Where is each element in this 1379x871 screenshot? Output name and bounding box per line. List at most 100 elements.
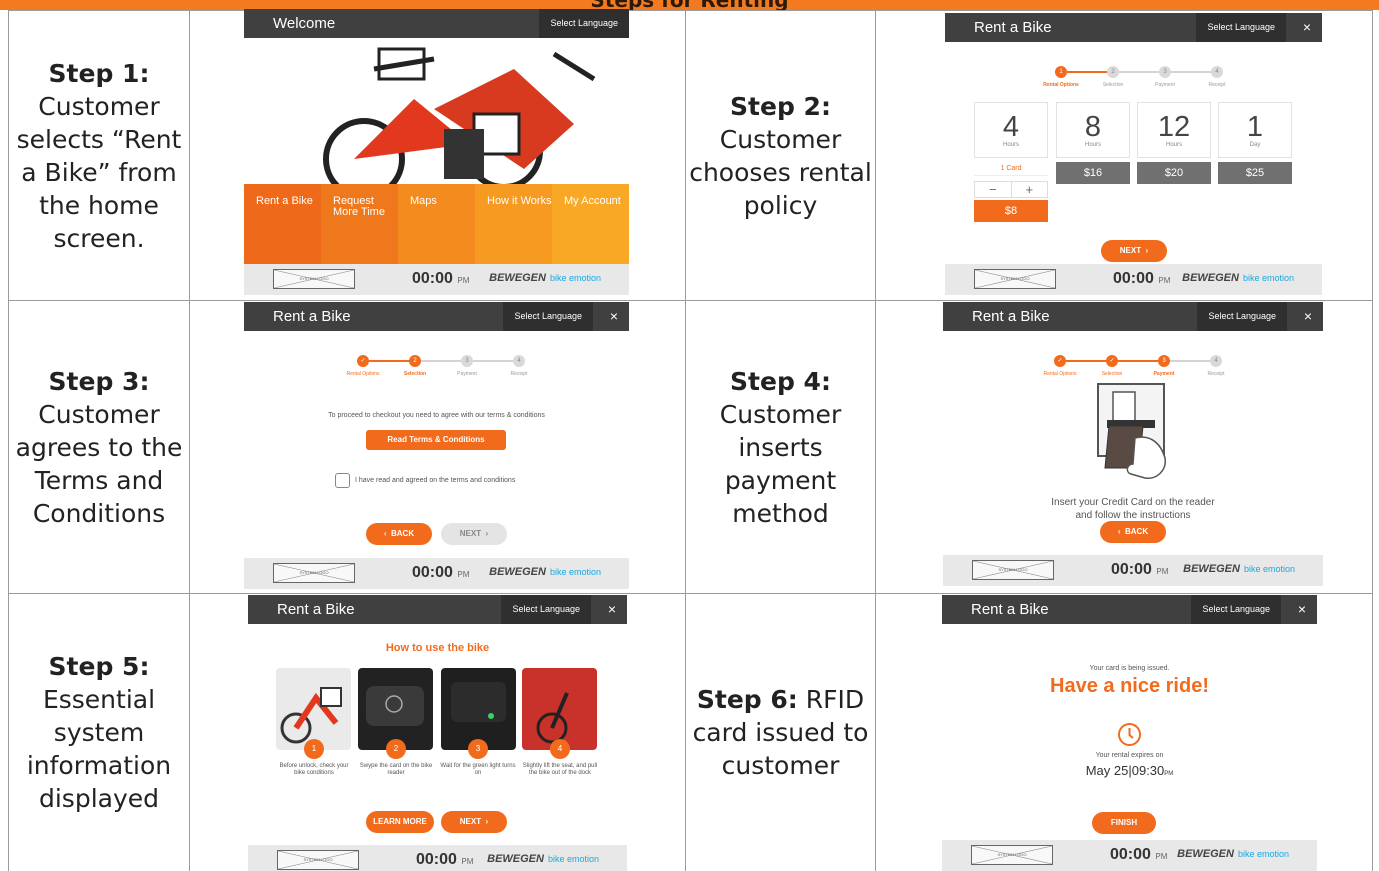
stepper-label-2: Selection xyxy=(403,371,427,377)
clock-time: 00:00 xyxy=(1111,561,1152,578)
screen-footer: SYSTEM LOGO 00:00 PM BEWEGEN bike emotion xyxy=(942,840,1317,871)
card-issued-text: Your card is being issued. xyxy=(1089,665,1170,672)
option-price[interactable]: $25 xyxy=(1218,162,1292,184)
tile-rent-a-bike[interactable]: Rent a Bike xyxy=(244,184,321,266)
select-language-button[interactable]: Select Language xyxy=(1196,13,1286,42)
brand-bewegen: BEWEGEN xyxy=(487,853,544,865)
minus-button[interactable]: − xyxy=(975,182,1011,197)
next-label: NEXT xyxy=(459,817,482,826)
payment-instruction: Insert your Credit Card on the reader an… xyxy=(943,496,1323,522)
clock-time: 00:00 xyxy=(416,851,457,868)
clock-time: 00:00 xyxy=(1110,846,1151,863)
option-card-8-hours[interactable]: 8 Hours xyxy=(1056,102,1130,158)
stepper-dot-2: 2 xyxy=(1107,66,1119,78)
next-label: NEXT xyxy=(459,529,482,538)
step-badge-1: 1 xyxy=(304,739,324,759)
brand-bewegen: BEWEGEN xyxy=(489,272,546,284)
select-language-button[interactable]: Select Language xyxy=(503,302,593,331)
step-caption-2: Swype the card on the bike reader xyxy=(359,763,433,776)
select-language-button[interactable]: Select Language xyxy=(1197,302,1287,331)
terms-screen: Rent a Bike Select Language × ✓ 2 3 4 Re… xyxy=(244,302,629,589)
option-card-12-hours[interactable]: 12 Hours xyxy=(1137,102,1211,158)
brand-bewegen: BEWEGEN xyxy=(1183,563,1240,575)
option-price[interactable]: $20 xyxy=(1137,162,1211,184)
step-1-title: Step 1: xyxy=(48,58,150,88)
expiry-date: May 25 xyxy=(1085,763,1129,778)
terms-instruction: To proceed to checkout you need to agree… xyxy=(328,412,545,419)
close-icon[interactable]: × xyxy=(599,302,629,331)
back-button[interactable]: ‹ BACK xyxy=(1100,521,1166,543)
select-language-button[interactable]: Select Language xyxy=(1191,595,1281,624)
stepper-label-1: Rental Options xyxy=(346,371,380,377)
system-logo-text: SYSTEM LOGO xyxy=(997,852,1027,857)
option-unit: Hours xyxy=(1002,142,1019,148)
clock: 00:00 PM xyxy=(416,851,473,869)
close-icon[interactable]: × xyxy=(1292,13,1322,42)
next-button[interactable]: NEXT › xyxy=(1101,240,1167,262)
terms-checkbox[interactable] xyxy=(335,472,350,488)
option-price-selected: $8 xyxy=(974,200,1048,222)
close-icon[interactable]: × xyxy=(1287,595,1317,624)
step-2-cell: Step 2: Customer chooses rental policy xyxy=(685,10,876,301)
tile-request-more-time[interactable]: Request More Time xyxy=(321,184,398,266)
card-qty-label: 1 Card xyxy=(974,162,1048,176)
back-button[interactable]: ‹ BACK xyxy=(366,523,432,545)
step-5-text: Essential system information displayed xyxy=(26,685,172,813)
confirmation-screen: Rent a Bike Select Language × Your card … xyxy=(942,595,1317,871)
learn-more-button[interactable]: LEARN MORE xyxy=(366,811,434,833)
read-terms-button[interactable]: Read Terms & Conditions xyxy=(366,430,506,450)
screen-header: Rent a Bike Select Language × xyxy=(942,595,1317,624)
tile-maps[interactable]: Maps xyxy=(398,184,475,266)
brand-logo: BEWEGEN bike emotion xyxy=(1182,272,1294,284)
plus-button[interactable]: + xyxy=(1010,182,1048,197)
bike-image xyxy=(284,39,604,200)
select-language-button[interactable]: Select Language xyxy=(501,595,591,624)
brand-bike-emotion: bike emotion xyxy=(1237,849,1289,859)
expiry-time: 09:30 xyxy=(1131,763,1165,778)
option-card-1-day[interactable]: 1 Day xyxy=(1218,102,1292,158)
close-icon[interactable]: × xyxy=(1293,302,1323,331)
next-button-disabled[interactable]: NEXT › xyxy=(441,523,507,545)
option-price[interactable]: $16 xyxy=(1056,162,1130,184)
how-to-use-screen: Rent a Bike Select Language × How to use… xyxy=(248,595,627,871)
brand-bike-emotion: bike emotion xyxy=(549,567,601,577)
step-image-4 xyxy=(522,668,597,750)
payment-instruction-line-2: and follow the instructions xyxy=(1075,510,1191,521)
clock-icon xyxy=(1117,722,1142,747)
option-number: 1 xyxy=(1246,111,1264,143)
title-banner: Steps for Renting xyxy=(0,0,1379,10)
close-icon[interactable]: × xyxy=(597,595,627,624)
stepper-dot-4: 4 xyxy=(1211,66,1223,78)
tile-how-it-works[interactable]: How it Works xyxy=(475,184,552,266)
step-3-text: Customer agrees to the Terms and Conditi… xyxy=(15,399,183,528)
stepper-label-1: Rental Options xyxy=(1043,371,1077,377)
terms-checkbox-row: I have read and agreed on the terms and … xyxy=(335,472,515,488)
system-logo-text: SYSTEM LOGO xyxy=(1000,276,1030,281)
step-1-screenshot: Welcome Select Language Rent a Bike Requ… xyxy=(189,9,686,301)
step-4-text: Customer inserts payment method xyxy=(719,399,842,528)
step-6-cell: Step 6: RFID card issued to customer xyxy=(685,593,876,871)
brand-logo: BEWEGEN bike emotion xyxy=(489,272,601,284)
select-language-button[interactable]: Select Language xyxy=(539,9,629,38)
step-4-title: Step 4: xyxy=(730,366,831,396)
option-card-4-hours[interactable]: 4 Hours xyxy=(974,102,1048,158)
quantity-stepper: − + xyxy=(974,181,1048,198)
finish-button[interactable]: FINISH xyxy=(1092,812,1156,834)
step-2-text: Customer chooses rental policy xyxy=(689,124,872,220)
system-logo-text: SYSTEM LOGO xyxy=(998,567,1028,572)
expiry-time-suffix: PM xyxy=(1164,771,1174,777)
step-3-screenshot: Rent a Bike Select Language × ✓ 2 3 4 Re… xyxy=(189,300,686,594)
clock-suffix: PM xyxy=(461,857,474,866)
back-label: BACK xyxy=(1125,527,1149,536)
brand-bewegen: BEWEGEN xyxy=(489,566,546,578)
tile-my-account[interactable]: My Account xyxy=(552,184,629,266)
back-label: BACK xyxy=(391,529,415,538)
brand-bike-emotion: bike emotion xyxy=(549,273,601,283)
option-number: 4 xyxy=(1002,111,1020,143)
next-button[interactable]: NEXT › xyxy=(441,811,507,833)
clock: 00:00 PM xyxy=(412,564,469,582)
option-unit: Hours xyxy=(1165,142,1182,148)
stepper-label-3: Payment xyxy=(1153,371,1175,377)
brand-bike-emotion: bike emotion xyxy=(1243,564,1295,574)
system-logo-text: SYSTEM LOGO xyxy=(299,276,329,281)
